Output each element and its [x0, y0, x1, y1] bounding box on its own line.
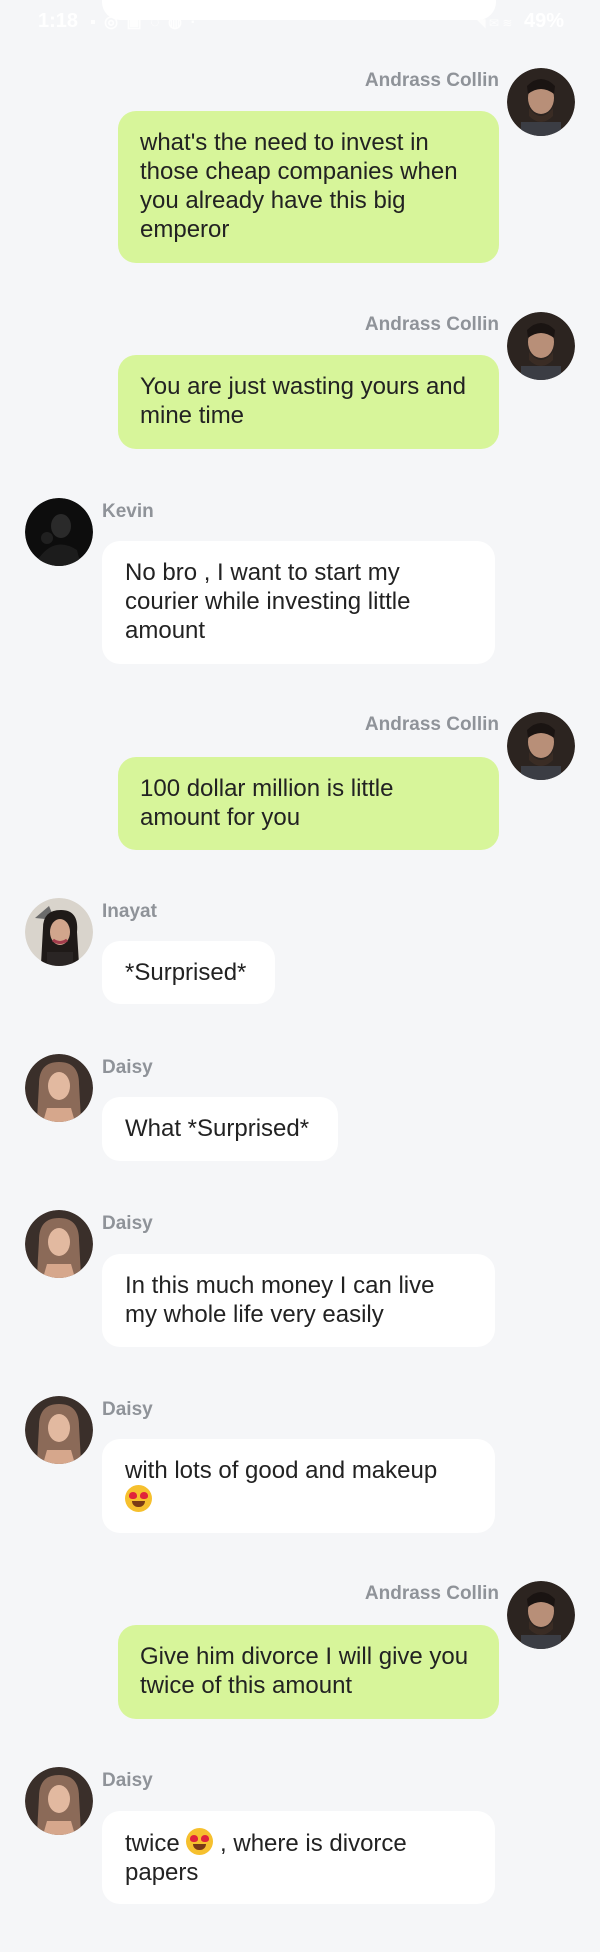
message-bubble-outgoing[interactable]: what's the need to invest in those cheap…	[118, 111, 499, 263]
message-text-before: twice	[125, 1830, 180, 1857]
avatar-inayat[interactable]	[25, 898, 93, 966]
message-bubble-outgoing[interactable]: You are just wasting yours and mine time	[118, 355, 499, 449]
sender-name: Andrass Collin	[364, 70, 499, 91]
message-bubble-incoming[interactable]: What *Surprised*	[102, 1097, 338, 1161]
avatar-daisy[interactable]	[25, 1054, 93, 1122]
sender-name: Daisy	[102, 1057, 153, 1078]
sender-name: Daisy	[102, 1213, 153, 1234]
sender-name: Andrass Collin	[364, 714, 499, 735]
heart-eyes-emoji-icon	[186, 1828, 214, 1855]
message-text: with lots of good and makeup	[125, 1457, 438, 1484]
previous-message-bubble	[102, 0, 496, 20]
avatar-daisy[interactable]	[25, 1210, 93, 1278]
message-bubble-outgoing[interactable]: 100 dollar million is little amount for …	[118, 757, 499, 850]
message-bubble-outgoing[interactable]: Give him divorce I will give you twice o…	[118, 1625, 499, 1719]
battery-level: 49%	[523, 10, 564, 32]
sender-name: Daisy	[102, 1770, 153, 1791]
avatar-daisy[interactable]	[25, 1396, 93, 1464]
avatar-daisy[interactable]	[25, 1767, 93, 1835]
heart-eyes-emoji-icon	[125, 1485, 152, 1512]
message-bubble-incoming[interactable]: *Surprised*	[102, 941, 275, 1004]
sender-name: Inayat	[102, 901, 157, 922]
message-bubble-incoming[interactable]: No bro , I want to start my courier whil…	[102, 541, 495, 664]
avatar-andrass[interactable]	[507, 712, 575, 780]
avatar-andrass[interactable]	[507, 68, 575, 136]
sender-name: Daisy	[102, 1399, 153, 1420]
message-bubble-incoming[interactable]: with lots of good and makeup	[102, 1439, 495, 1533]
avatar-kevin[interactable]	[25, 498, 93, 566]
message-bubble-incoming[interactable]: twice , where is divorce papers	[102, 1811, 495, 1904]
avatar-andrass[interactable]	[507, 1581, 575, 1649]
sender-name: Andrass Collin	[364, 1583, 499, 1604]
message-bubble-incoming[interactable]: In this much money I can live my whole l…	[102, 1254, 495, 1347]
avatar-andrass[interactable]	[507, 312, 575, 380]
sender-name: Andrass Collin	[364, 314, 499, 335]
sender-name: Kevin	[102, 501, 154, 522]
status-time: 1:18	[38, 10, 79, 32]
